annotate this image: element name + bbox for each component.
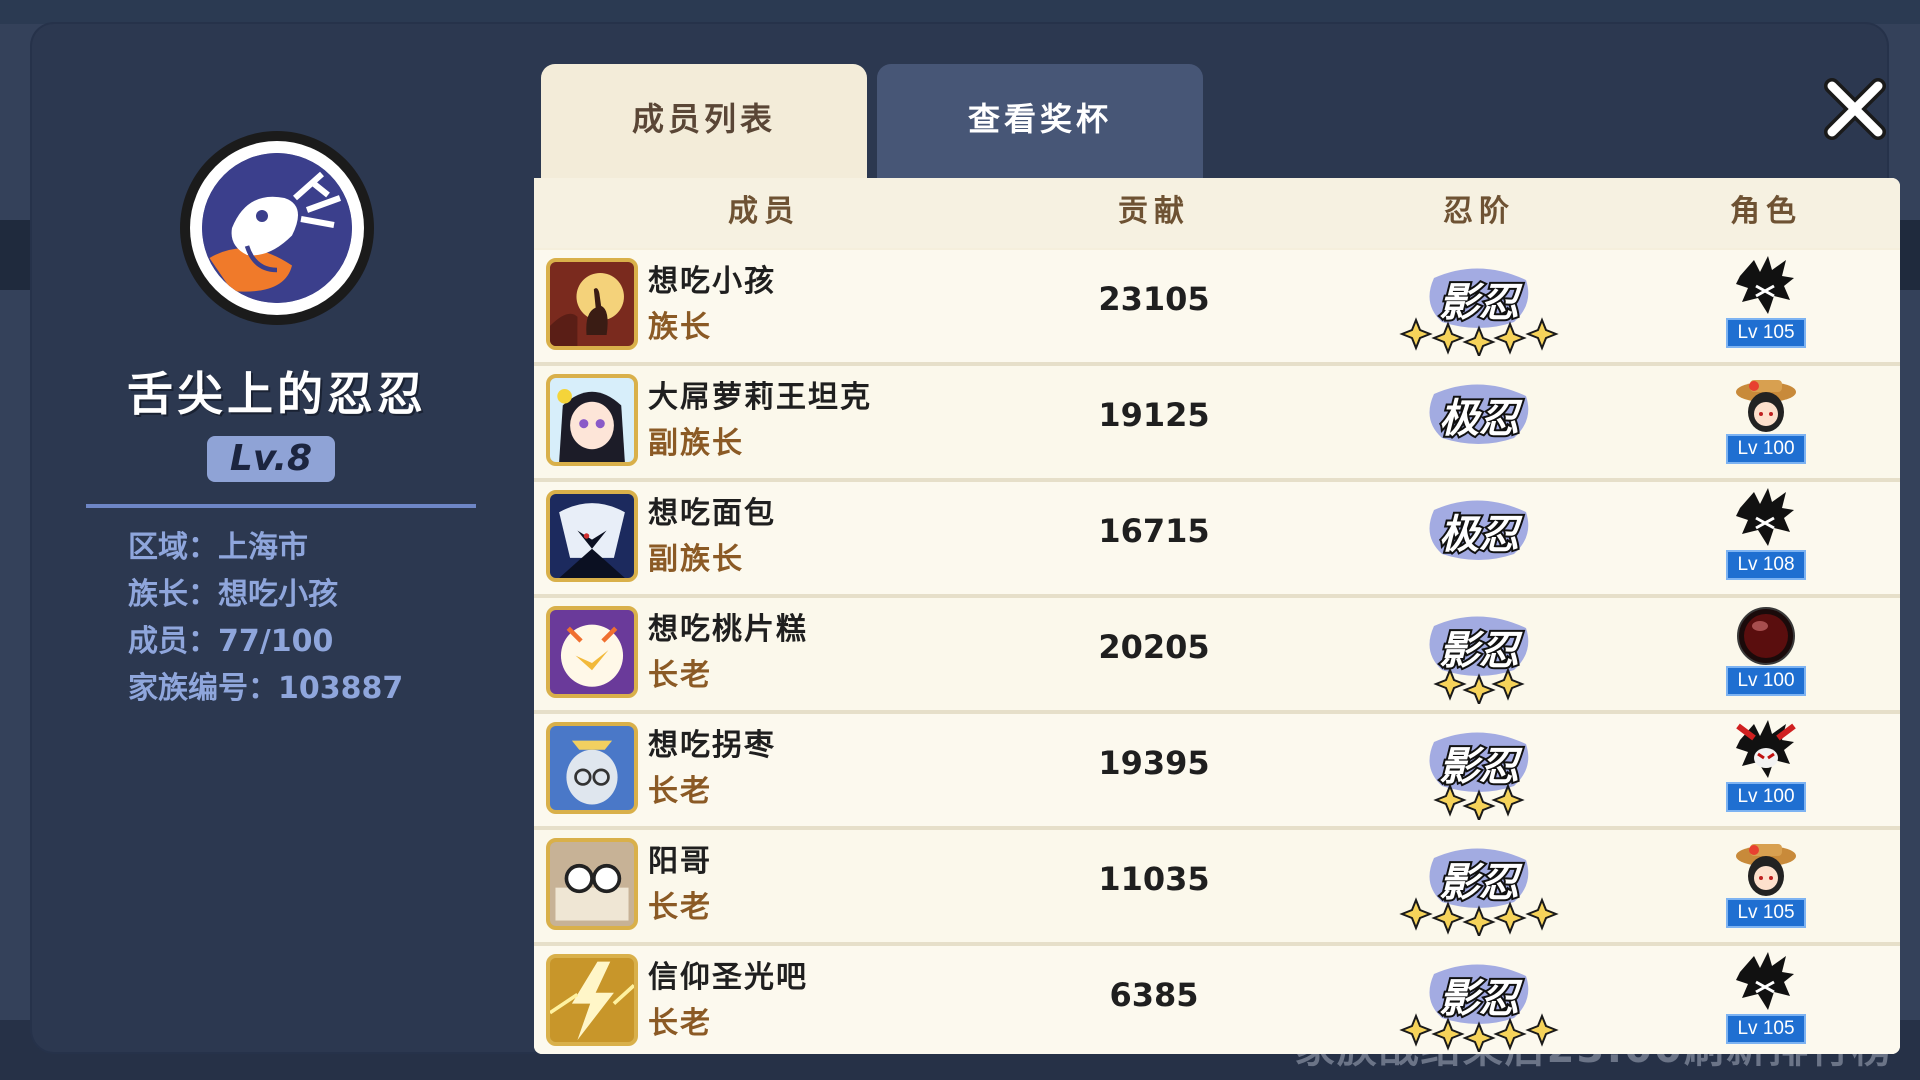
clan-info-list: 区域：上海市 族长：想吃小孩 成员：77/100 家族编号：103887 [128,524,403,712]
member-table: 成员 贡献 忍阶 角色 想吃小孩 族长 23105 影忍 Lv 105 大屌萝莉… [534,178,1900,1054]
svg-text:极忍: 极忍 [1439,512,1523,558]
clan-id: 家族编号：103887 [128,671,404,706]
member-rows: 想吃小孩 族长 23105 影忍 Lv 105 大屌萝莉王坦克 副族长 1912… [534,250,1900,1054]
header-rank: 忍阶 [1443,194,1515,229]
clan-info-modal: 舌尖上的忍忍 Lv.8 区域：上海市 族长：想吃小孩 成员：77/100 家族编… [32,24,1900,1054]
rank-badge-icon: 影忍 [1394,260,1564,356]
clan-region: 区域：上海市 [128,530,308,565]
member-role: 长老 [648,890,712,925]
glasses-book-avatar-icon[interactable] [546,838,638,930]
table-row[interactable]: 想吃小孩 族长 23105 影忍 Lv 105 [534,250,1900,366]
member-name: 信仰圣光吧 [648,960,808,995]
table-row[interactable]: 信仰圣光吧 长老 6385 影忍 Lv 105 [534,946,1900,1054]
clan-level-badge: Lv.8 [207,436,335,482]
lightning-avatar-icon[interactable] [546,954,638,1046]
table-row[interactable]: 想吃桃片糕 长老 20205 影忍 Lv 100 [534,598,1900,714]
member-name: 阳哥 [648,844,712,879]
member-role: 长老 [648,774,712,809]
tab-member-list[interactable]: 成员列表 [541,64,867,184]
clan-emblem-icon [180,131,374,325]
member-contribution: 11035 [1098,860,1210,898]
tab-view-trophies[interactable]: 查看奖杯 [877,64,1203,178]
table-header: 成员 贡献 忍阶 角色 [534,178,1900,248]
glasses-girl-avatar-icon[interactable] [546,722,638,814]
rank-badge-icon: 极忍 [1394,376,1564,472]
clan-member-count: 成员：77/100 [128,624,334,659]
character-level-badge: Lv 100 [1726,782,1806,812]
rank-badge-icon: 影忍 [1394,724,1564,820]
svg-text:影忍: 影忍 [1439,744,1523,790]
table-row[interactable]: 阳哥 长老 11035 影忍 Lv 105 [534,830,1900,946]
table-row[interactable]: 大屌萝莉王坦克 副族长 19125 极忍 Lv 100 [534,366,1900,482]
member-character[interactable]: Lv 100 [1714,372,1818,472]
black-spiky-hair-ninja-icon [1734,256,1798,320]
anime-girl-avatar-icon[interactable] [546,374,638,466]
member-contribution: 19395 [1098,744,1210,782]
member-contribution: 16715 [1098,512,1210,550]
rank-badge-icon: 影忍 [1394,608,1564,704]
member-name: 大屌萝莉王坦克 [648,380,872,415]
member-contribution: 23105 [1098,280,1210,318]
member-character[interactable]: Lv 105 [1714,256,1818,356]
character-level-badge: Lv 105 [1726,318,1806,348]
member-role: 副族长 [648,426,744,461]
member-contribution: 20205 [1098,628,1210,666]
svg-text:影忍: 影忍 [1439,860,1523,906]
character-level-badge: Lv 105 [1726,898,1806,928]
divider [86,504,476,508]
clan-name: 舌尖上的忍忍 [127,367,427,421]
table-row[interactable]: 想吃拐枣 长老 19395 影忍 Lv 100 [534,714,1900,830]
character-level-badge: Lv 100 [1726,434,1806,464]
member-contribution: 6385 [1109,976,1199,1014]
member-character[interactable]: Lv 100 [1714,720,1818,820]
clan-leader: 族长：想吃小孩 [128,577,338,612]
rank-badge-icon: 影忍 [1394,956,1564,1052]
moon-rabbit-avatar-icon[interactable] [546,258,638,350]
member-name: 想吃拐枣 [648,728,776,763]
member-role: 长老 [648,1006,712,1041]
svg-text:极忍: 极忍 [1439,396,1523,442]
rank-badge-icon: 极忍 [1394,492,1564,588]
header-contribution: 贡献 [1118,194,1190,229]
dark-orb-icon [1734,604,1798,668]
member-character[interactable]: Lv 105 [1714,836,1818,936]
member-character[interactable]: Lv 100 [1714,604,1818,704]
character-level-badge: Lv 100 [1726,666,1806,696]
straw-hat-girl-icon [1734,836,1798,900]
close-icon[interactable] [1820,74,1890,144]
black-spiky-hair-ninja-icon [1734,952,1798,1016]
straw-hat-girl-icon [1734,372,1798,436]
member-name: 想吃小孩 [648,264,776,299]
member-role: 族长 [648,310,712,345]
member-role: 副族长 [648,542,744,577]
rank-badge-icon: 影忍 [1394,840,1564,936]
svg-text:影忍: 影忍 [1439,976,1523,1022]
member-contribution: 19125 [1098,396,1210,434]
red-mask-ninja-icon [1734,720,1798,784]
white-hair-ninja-avatar-icon[interactable] [546,490,638,582]
svg-text:影忍: 影忍 [1439,280,1523,326]
member-role: 长老 [648,658,712,693]
table-row[interactable]: 想吃面包 副族长 16715 极忍 Lv 108 [534,482,1900,598]
member-name: 想吃桃片糕 [648,612,808,647]
background-top-strip [0,0,1920,24]
svg-text:影忍: 影忍 [1439,628,1523,674]
member-character[interactable]: Lv 108 [1714,488,1818,588]
member-character[interactable]: Lv 105 [1714,952,1818,1052]
ribbon-fox-avatar-icon[interactable] [546,606,638,698]
character-level-badge: Lv 108 [1726,550,1806,580]
header-character: 角色 [1730,194,1802,229]
header-member: 成员 [728,194,800,229]
character-level-badge: Lv 105 [1726,1014,1806,1044]
black-spiky-hair-ninja-icon [1734,488,1798,552]
member-name: 想吃面包 [648,496,776,531]
